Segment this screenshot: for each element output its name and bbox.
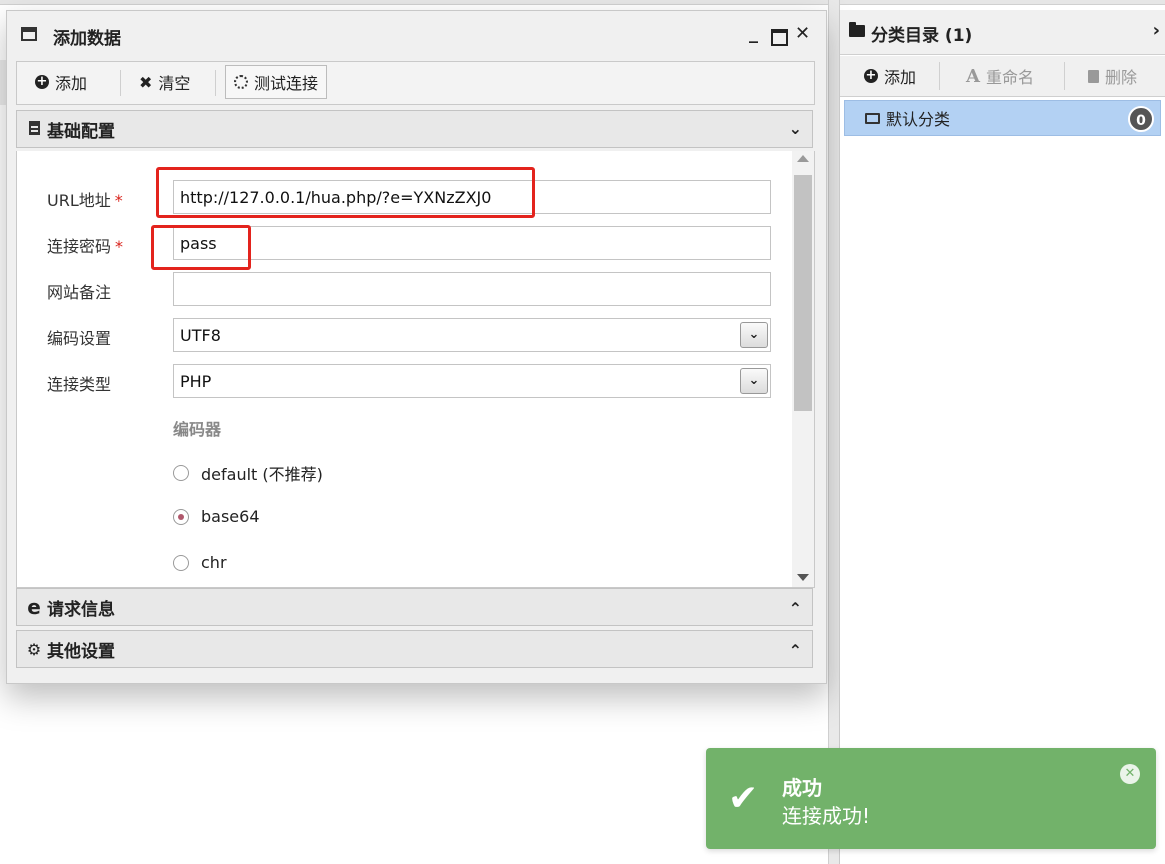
radio-button[interactable] (173, 465, 189, 481)
close-button[interactable]: ✕ (795, 23, 810, 44)
encoding-value: UTF8 (180, 325, 221, 345)
toolbar-divider (120, 70, 121, 96)
category-panel-title: 分类目录 (1) (871, 26, 973, 46)
chevron-down-icon: ⌄ (788, 119, 802, 138)
encoding-label: 编码设置 (47, 329, 112, 348)
note-label: 网站备注 (47, 283, 112, 302)
section-basic-label: 基础配置 (47, 121, 115, 142)
toolbar-divider (939, 62, 940, 90)
window-icon (21, 27, 37, 41)
section-basic-config[interactable]: 基础配置 ⌄ (16, 110, 813, 148)
scroll-down-icon[interactable] (797, 574, 809, 581)
encoder-option-base64[interactable]: base64 (173, 507, 260, 526)
maximize-button[interactable] (771, 29, 788, 46)
encoder-option-chr[interactable]: chr (173, 553, 227, 572)
type-value: PHP (180, 371, 212, 391)
success-toast: ✔ 成功 连接成功! ✕ (706, 748, 1156, 849)
required-mark: * (115, 237, 124, 256)
minimize-button[interactable]: _ (749, 23, 758, 44)
trash-icon (1088, 69, 1099, 83)
required-mark: * (114, 191, 123, 210)
chevron-up-icon: ⌃ (788, 641, 802, 660)
scrollbar-thumb[interactable] (794, 175, 812, 411)
dialog-toolbar: + 添加 ✖ 清空 测试连接 (16, 61, 815, 105)
plus-circle-icon: + (864, 68, 878, 83)
category-item-default[interactable]: 默认分类 0 (844, 100, 1161, 136)
encoder-option-default[interactable]: default (不推荐) (173, 461, 323, 485)
radio-button[interactable] (173, 554, 189, 571)
url-highlight-box (156, 167, 535, 218)
note-input[interactable] (173, 272, 771, 306)
encoder-label: 编码器 (173, 420, 222, 439)
clear-button[interactable]: ✖ 清空 (131, 67, 198, 97)
encoding-select[interactable]: UTF8 ⌄ (173, 318, 771, 352)
category-rename-button[interactable]: A 重命名 (966, 64, 1034, 88)
gears-icon: ⚙ (26, 639, 42, 659)
test-connection-label: 测试连接 (254, 74, 319, 93)
type-label: 连接类型 (47, 375, 112, 394)
checkmark-icon: ✔ (728, 778, 759, 819)
test-connection-button[interactable]: 测试连接 (225, 65, 328, 99)
category-panel: 分类目录 (1) › + 添加 A 重命名 删除 默认分类 0 (839, 10, 1165, 864)
section-other-label: 其他设置 (47, 641, 115, 662)
window-top-edge (0, 0, 1165, 5)
toolbar-divider (1064, 62, 1065, 90)
scroll-up-icon[interactable] (797, 155, 809, 162)
add-button[interactable]: + 添加 (27, 67, 95, 97)
plus-circle-icon: + (35, 74, 49, 89)
category-delete-button[interactable]: 删除 (1088, 64, 1137, 88)
browser-e-icon: e (27, 595, 41, 619)
document-icon (25, 120, 43, 139)
category-toolbar: + 添加 A 重命名 删除 (840, 56, 1165, 97)
form-scrollbar[interactable] (792, 151, 814, 587)
chevron-down-icon[interactable]: ⌄ (740, 322, 768, 348)
url-label: URL地址 * (47, 191, 123, 210)
x-icon: ✖ (139, 72, 153, 92)
spinner-icon (234, 75, 248, 89)
chevron-up-icon: ⌃ (788, 599, 802, 618)
chevron-down-icon[interactable]: ⌄ (740, 368, 768, 394)
toast-close-icon[interactable]: ✕ (1120, 764, 1140, 784)
password-input[interactable]: pass (173, 226, 771, 260)
toolbar-divider (215, 70, 216, 96)
folder-open-icon (865, 112, 880, 124)
count-badge: 0 (1128, 106, 1154, 132)
font-a-icon: A (966, 65, 980, 87)
category-panel-header: 分类目录 (1) › (840, 10, 1165, 55)
radio-button-checked[interactable] (173, 508, 189, 525)
password-highlight-box (151, 225, 251, 270)
password-label: 连接密码 * (47, 237, 124, 256)
add-data-dialog: 添加数据 _ ✕ + 添加 ✖ 清空 测试连接 基础配置 ⌄ URL地址 * ht… (6, 10, 827, 684)
dialog-title: 添加数据 (53, 29, 121, 49)
section-other-settings[interactable]: ⚙ 其他设置 ⌃ (16, 630, 813, 668)
chevron-right-icon[interactable]: › (1153, 20, 1160, 41)
toast-message: 连接成功! (782, 804, 871, 828)
folder-icon (849, 22, 865, 37)
toast-title: 成功 (782, 776, 822, 800)
type-select[interactable]: PHP ⌄ (173, 364, 771, 398)
category-add-button[interactable]: + 添加 (864, 64, 916, 88)
section-request-info[interactable]: e 请求信息 ⌃ (16, 588, 813, 626)
clear-button-label: 清空 (158, 74, 191, 93)
add-button-label: 添加 (55, 74, 88, 93)
dialog-titlebar[interactable]: 添加数据 _ ✕ (7, 11, 826, 59)
section-request-label: 请求信息 (47, 599, 115, 620)
